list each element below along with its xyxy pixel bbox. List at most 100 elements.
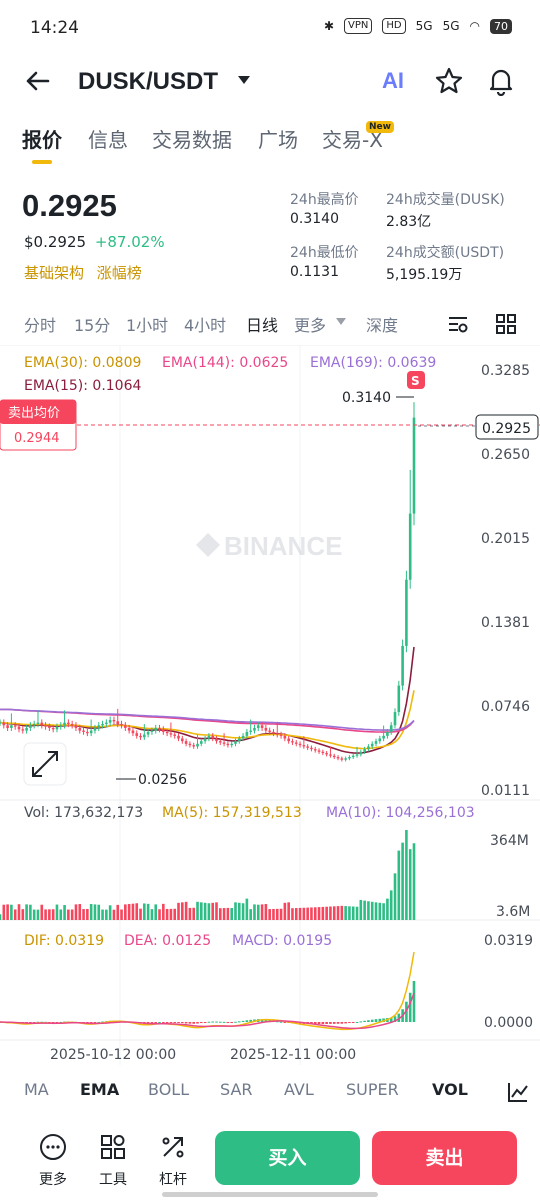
- macd-bar: [317, 1022, 321, 1025]
- ind-super[interactable]: SUPER: [346, 1080, 399, 1099]
- interval-4h[interactable]: 4小时: [184, 312, 226, 336]
- volume-bar: [105, 909, 108, 920]
- macd-bar: [279, 1021, 283, 1023]
- candle-body: [135, 733, 139, 736]
- volume-bar: [59, 909, 63, 920]
- volume-bar: [363, 900, 366, 920]
- sell-marker: S: [411, 374, 420, 388]
- candle-body: [131, 730, 135, 734]
- candle-body: [63, 722, 66, 726]
- volume-bar: [393, 873, 397, 920]
- candle-body: [2, 722, 6, 726]
- tab-info[interactable]: 信息: [88, 124, 128, 153]
- vol-legend: Vol: 173,632,173: [24, 805, 143, 821]
- tools-icon: [101, 1135, 125, 1159]
- leverage-tool[interactable]: 杠杆: [153, 1132, 193, 1189]
- candle-body: [17, 726, 21, 730]
- volume-bar: [21, 909, 25, 920]
- candle-body: [89, 730, 93, 734]
- tools-label: 工具: [99, 1172, 127, 1188]
- candle-body: [150, 730, 154, 732]
- volume-bar: [329, 906, 332, 920]
- candle-body: [340, 758, 344, 760]
- price-change: +87.02%: [94, 233, 165, 251]
- volume-bar: [291, 908, 294, 920]
- ind-boll[interactable]: BOLL: [148, 1080, 189, 1099]
- candle-body: [374, 741, 378, 744]
- layout-grid-icon[interactable]: [494, 312, 518, 336]
- page-tabs: 报价 信息 交易数据 广场 交易-X New: [0, 118, 540, 168]
- ind-avl[interactable]: AVL: [284, 1080, 314, 1099]
- avg-sell-label: 卖出均价: [8, 406, 60, 421]
- interval-bar: 分时 15分 1小时 4小时 日线 更多 深度: [0, 312, 540, 338]
- interval-time[interactable]: 分时: [24, 312, 56, 336]
- ind-sar[interactable]: SAR: [220, 1080, 253, 1099]
- candle-body: [192, 745, 196, 747]
- volume-bar: [108, 905, 112, 920]
- volume-bar: [336, 906, 340, 920]
- volume-bar: [188, 907, 192, 920]
- interval-15m[interactable]: 15分: [74, 312, 110, 336]
- volume-bar: [196, 901, 199, 920]
- interval-1h[interactable]: 1小时: [126, 312, 168, 336]
- volume-bar: [203, 902, 207, 920]
- candle-body: [363, 749, 366, 752]
- y-tick-label: 0.0111: [481, 783, 530, 799]
- volume-bar: [112, 909, 116, 920]
- tools-tool[interactable]: 工具: [93, 1132, 133, 1189]
- sell-button[interactable]: 卖出: [372, 1131, 517, 1185]
- more-tool[interactable]: 更多: [33, 1132, 73, 1189]
- macd-bar: [329, 1022, 332, 1024]
- volume-bar: [74, 904, 78, 920]
- tag-infrastructure[interactable]: 基础架构: [24, 264, 84, 282]
- volume-bar: [370, 901, 374, 920]
- indicator-settings-icon[interactable]: [506, 1080, 530, 1104]
- volume-bar: [10, 904, 13, 920]
- pair-title[interactable]: DUSK/USDT: [78, 68, 218, 96]
- buy-button[interactable]: 买入: [215, 1131, 360, 1185]
- volume-bar: [207, 903, 211, 920]
- tab-quote[interactable]: 报价: [22, 124, 62, 153]
- tab-square[interactable]: 广场: [258, 124, 298, 153]
- interval-depth[interactable]: 深度: [366, 312, 398, 336]
- candle-body: [93, 727, 97, 731]
- tab-trade-data[interactable]: 交易数据: [152, 124, 232, 153]
- candle-body: [55, 726, 59, 730]
- ai-icon[interactable]: AI: [382, 68, 412, 98]
- candle-body: [351, 755, 355, 758]
- ind-ma[interactable]: MA: [24, 1080, 49, 1099]
- hd-badge: HD: [382, 18, 406, 34]
- back-arrow-icon[interactable]: [20, 64, 54, 98]
- candle-body: [275, 733, 279, 735]
- binance-watermark: BINANCE: [196, 531, 342, 561]
- macd-bar: [196, 1022, 199, 1024]
- candle-body: [215, 738, 218, 742]
- ind-ema[interactable]: EMA: [80, 1080, 119, 1099]
- interval-more[interactable]: 更多: [294, 312, 326, 336]
- candle-body: [21, 729, 25, 731]
- y-tick-label: 0.2650: [481, 447, 530, 463]
- chart-settings-icon[interactable]: [446, 312, 470, 336]
- macd-bar: [207, 1021, 211, 1023]
- tag-gainers[interactable]: 涨幅榜: [97, 264, 142, 282]
- candle-body: [124, 725, 127, 728]
- interval-1d[interactable]: 日线: [246, 312, 278, 336]
- macd-bar: [359, 1021, 363, 1023]
- volume-bar: [93, 904, 97, 920]
- macd-bar: [340, 1022, 344, 1024]
- ind-vol[interactable]: VOL: [432, 1080, 468, 1099]
- more-label: 更多: [39, 1172, 67, 1188]
- header: DUSK/USDT AI: [0, 58, 540, 108]
- kline-chart[interactable]: BINANCE EMA(30): 0.0809 EMA(144): 0.0625…: [0, 345, 540, 1065]
- pair-dropdown-icon[interactable]: [238, 76, 250, 84]
- candle-body: [211, 735, 214, 739]
- volume-bar: [275, 908, 279, 920]
- candles: [0, 402, 416, 762]
- candle-body: [260, 725, 264, 728]
- volume-bar: [283, 902, 287, 920]
- macd-bar: [188, 1022, 192, 1024]
- volume-bar: [241, 903, 245, 920]
- ema15-legend: EMA(15): 0.1064: [24, 378, 141, 394]
- bell-icon[interactable]: [486, 66, 516, 96]
- star-icon[interactable]: [434, 66, 464, 96]
